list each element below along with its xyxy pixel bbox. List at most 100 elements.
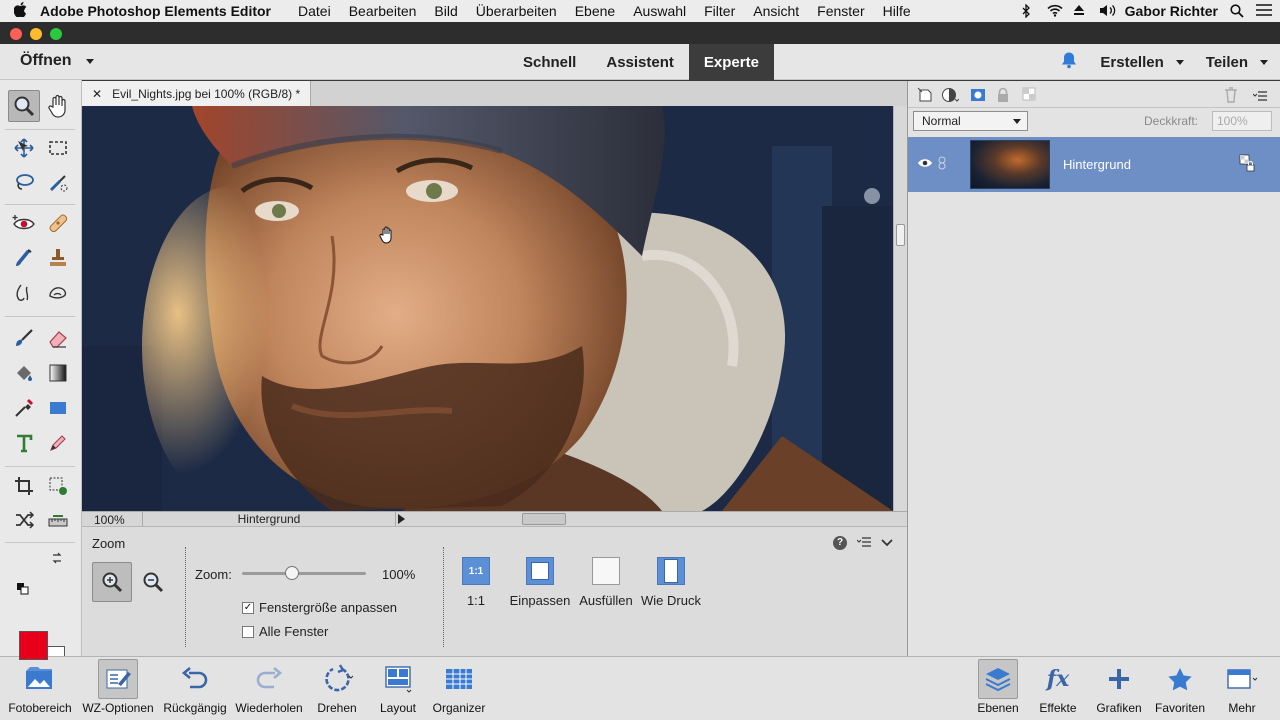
image-canvas[interactable] — [82, 106, 893, 511]
minimize-window-button[interactable] — [30, 28, 42, 40]
tool-options-button[interactable]: WZ-Optionen — [78, 657, 158, 720]
spotlight-search-icon[interactable] — [1230, 4, 1244, 18]
status-menu-arrow-icon[interactable] — [398, 514, 405, 524]
menu-bild[interactable]: Bild — [425, 3, 466, 19]
menu-ansicht[interactable]: Ansicht — [744, 3, 808, 19]
text-tool-icon[interactable] — [8, 427, 40, 459]
layer-name[interactable]: Hintergrund — [1063, 157, 1131, 172]
effects-button[interactable]: fx Effekte — [1032, 657, 1084, 720]
resize-windows-option[interactable]: ✓ Fenstergröße anpassen — [242, 600, 397, 615]
resize-windows-checkbox[interactable]: ✓ — [242, 601, 254, 614]
vertical-scrollbar[interactable] — [893, 106, 907, 511]
spot-healing-icon[interactable] — [42, 207, 74, 239]
recompose-icon[interactable] — [42, 470, 74, 502]
wifi-icon[interactable] — [1047, 4, 1063, 18]
help-icon[interactable]: ? — [833, 535, 847, 550]
all-windows-checkbox[interactable] — [242, 625, 254, 638]
all-windows-option[interactable]: Alle Fenster — [242, 624, 328, 639]
volume-icon[interactable] — [1099, 4, 1115, 18]
layout-button[interactable]: Layout — [372, 657, 424, 720]
close-window-button[interactable] — [10, 28, 22, 40]
zoom-value[interactable]: 100% — [382, 567, 415, 582]
rectangular-marquee-icon[interactable] — [42, 132, 74, 164]
lock-icon[interactable] — [996, 87, 1010, 106]
menu-bearbeiten[interactable]: Bearbeiten — [340, 3, 426, 19]
crop-icon[interactable] — [8, 470, 40, 502]
gradient-icon[interactable] — [42, 357, 74, 389]
quick-selection-icon[interactable] — [42, 167, 74, 199]
eject-icon[interactable] — [1073, 4, 1087, 18]
sponge-tool-icon[interactable] — [42, 277, 74, 309]
adjustment-layer-icon[interactable] — [941, 87, 960, 106]
shape-tool-icon[interactable] — [42, 392, 74, 424]
apple-menu-icon[interactable] — [0, 1, 40, 21]
menu-hilfe[interactable]: Hilfe — [874, 3, 920, 19]
collapse-panel-icon[interactable] — [881, 535, 893, 550]
zoom-slider-handle[interactable] — [285, 566, 299, 580]
foreground-color-swatch[interactable] — [19, 631, 48, 660]
brush-icon[interactable] — [8, 322, 40, 354]
close-tab-icon[interactable]: ✕ — [92, 87, 102, 101]
fill-screen-button[interactable]: Ausfüllen — [572, 557, 640, 608]
rotate-button[interactable]: Drehen — [310, 657, 364, 720]
tab-assistent[interactable]: Assistent — [591, 44, 689, 80]
organizer-button[interactable]: Organizer — [428, 657, 490, 720]
notification-bell-icon[interactable] — [1060, 51, 1078, 73]
blend-mode-select[interactable]: Normal — [913, 111, 1028, 131]
tab-schnell[interactable]: Schnell — [508, 44, 591, 80]
blur-tool-icon[interactable] — [8, 277, 40, 309]
eye-icon[interactable] — [917, 157, 933, 172]
lasso-icon[interactable] — [8, 167, 40, 199]
eraser-icon[interactable] — [42, 322, 74, 354]
layer-lock-icon[interactable] — [1239, 154, 1255, 175]
zoom-slider-track[interactable] — [242, 572, 366, 575]
graphics-button[interactable]: Grafiken — [1090, 657, 1148, 720]
fit-screen-button[interactable]: Einpassen — [506, 557, 574, 608]
menu-fenster[interactable]: Fenster — [808, 3, 873, 19]
document-tab[interactable]: ✕ Evil_Nights.jpg bei 100% (RGB/8) * — [82, 81, 312, 106]
new-layer-icon[interactable] — [917, 87, 933, 106]
pencil-icon[interactable] — [42, 427, 74, 459]
layer-mask-icon[interactable] — [970, 87, 986, 106]
scrollbar-thumb[interactable] — [896, 224, 905, 246]
opacity-field[interactable]: 100% — [1212, 111, 1272, 131]
paint-bucket-icon[interactable] — [8, 357, 40, 389]
menu-auswahl[interactable]: Auswahl — [624, 3, 695, 19]
menu-ebene[interactable]: Ebene — [566, 3, 624, 19]
more-button[interactable]: Mehr — [1214, 657, 1270, 720]
link-icon[interactable] — [938, 156, 946, 173]
horizontal-scroll-thumb[interactable] — [522, 513, 566, 525]
hand-tool-icon[interactable] — [42, 90, 74, 122]
clone-stamp-icon[interactable] — [42, 242, 74, 274]
trash-icon[interactable] — [1224, 87, 1238, 106]
menu-datei[interactable]: Datei — [289, 3, 340, 19]
content-aware-move-icon[interactable] — [8, 504, 40, 536]
straighten-icon[interactable] — [42, 504, 74, 536]
tab-experte[interactable]: Experte — [688, 44, 774, 80]
redo-button[interactable]: Wiederholen — [232, 657, 306, 720]
user-name[interactable]: Gabor Richter — [1125, 3, 1218, 19]
panel-menu-icon[interactable] — [856, 535, 871, 550]
red-eye-icon[interactable] — [8, 207, 40, 239]
lock-transparency-icon[interactable] — [1022, 87, 1040, 106]
zoom-tool-icon[interactable] — [8, 90, 40, 122]
share-button[interactable]: Teilen — [1206, 54, 1268, 71]
bluetooth-icon[interactable] — [1021, 3, 1035, 19]
zoom-in-button[interactable] — [92, 562, 132, 602]
photo-bin-button[interactable]: Fotobereich — [4, 657, 76, 720]
undo-button[interactable]: Rückgängig — [160, 657, 230, 720]
notification-center-icon[interactable] — [1256, 4, 1272, 18]
move-tool-icon[interactable] — [8, 132, 40, 164]
menu-ueberarbeiten[interactable]: Überarbeiten — [467, 3, 566, 19]
layers-button[interactable]: Ebenen — [970, 657, 1026, 720]
eyedropper-icon[interactable] — [8, 392, 40, 424]
print-size-button[interactable]: Wie Druck — [637, 557, 705, 608]
one-to-one-button[interactable]: 1:1 1:1 — [442, 557, 510, 608]
create-button[interactable]: Erstellen — [1100, 54, 1184, 71]
open-button[interactable]: Öffnen — [20, 52, 94, 70]
favorites-button[interactable]: Favoriten — [1150, 657, 1210, 720]
smart-brush-icon[interactable] — [8, 242, 40, 274]
layer-row[interactable]: Hintergrund — [908, 137, 1280, 192]
app-name[interactable]: Adobe Photoshop Elements Editor — [40, 3, 271, 19]
zoom-out-button[interactable] — [138, 567, 168, 597]
